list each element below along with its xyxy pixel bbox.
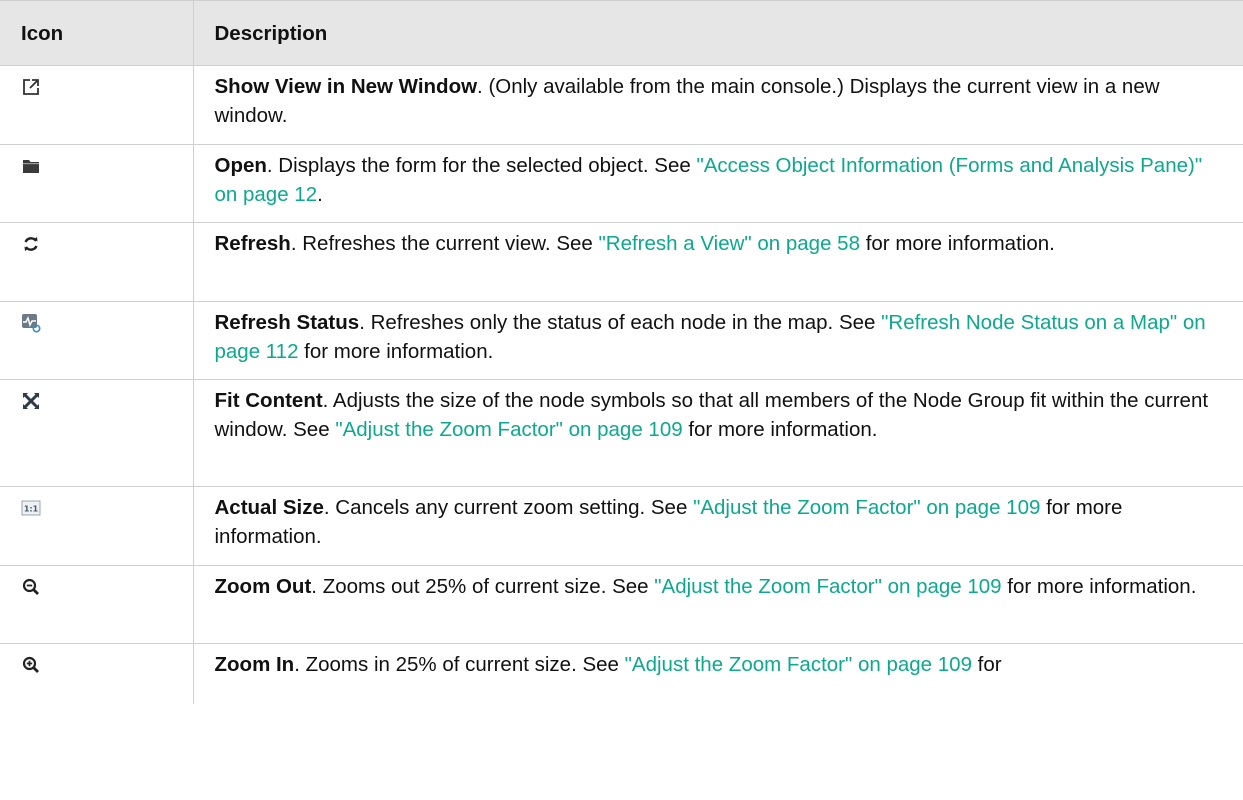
row-title: Zoom In bbox=[214, 653, 295, 676]
row-title: Open bbox=[214, 154, 267, 177]
zoom-in-icon bbox=[21, 655, 41, 675]
row-text: . Displays the form for the selected obj… bbox=[266, 154, 697, 177]
folder-icon bbox=[21, 156, 41, 176]
table-row: Open. Displays the form for the selected… bbox=[0, 144, 1243, 223]
row-description: Open. Displays the form for the selected… bbox=[193, 144, 1243, 223]
row-title: Refresh Status bbox=[214, 311, 360, 334]
row-title: Fit Content bbox=[214, 389, 323, 412]
actual-size-icon-label: 1:1 bbox=[24, 505, 39, 514]
row-text: . Zooms in 25% of current size. See bbox=[294, 653, 625, 676]
row-text: . Refreshes only the status of each node… bbox=[359, 311, 882, 334]
fit-content-icon bbox=[21, 391, 41, 411]
table-row: Show View in New Window. (Only available… bbox=[0, 65, 1243, 145]
row-title: Show View in New Window bbox=[214, 75, 478, 98]
row-text: . Refreshes the current view. See bbox=[290, 232, 599, 255]
row-text-suffix: for more information. bbox=[298, 340, 494, 363]
row-text-suffix: for more information. bbox=[1001, 575, 1197, 598]
icon-description-table: Icon Description Show View in New Window… bbox=[0, 0, 1243, 704]
row-title: Actual Size bbox=[214, 496, 324, 519]
cross-reference-link[interactable]: "Adjust the Zoom Factor" on page 109 bbox=[693, 496, 1040, 519]
row-title: Zoom Out bbox=[214, 575, 312, 598]
row-text: . Cancels any current zoom setting. See bbox=[323, 496, 694, 519]
row-text: . Zooms out 25% of current size. See bbox=[311, 575, 655, 598]
row-text-suffix: for more information. bbox=[682, 418, 878, 441]
new-window-icon bbox=[21, 77, 41, 97]
refresh-status-icon bbox=[21, 313, 41, 333]
row-description: Refresh Status. Refreshes only the statu… bbox=[193, 301, 1243, 380]
cross-reference-link[interactable]: "Adjust the Zoom Factor" on page 109 bbox=[335, 418, 682, 441]
table-row: Refresh. Refreshes the current view. See… bbox=[0, 222, 1243, 302]
cross-reference-link[interactable]: "Adjust the Zoom Factor" on page 109 bbox=[625, 653, 972, 676]
table-row: Zoom In. Zooms in 25% of current size. S… bbox=[0, 643, 1243, 704]
row-text-suffix: for more information. bbox=[860, 232, 1055, 255]
table-row: Refresh Status. Refreshes only the statu… bbox=[0, 301, 1243, 380]
header-icon: Icon bbox=[0, 0, 193, 66]
header-description: Description bbox=[192, 0, 1243, 66]
row-description: Zoom In. Zooms in 25% of current size. S… bbox=[193, 644, 1243, 704]
row-description: Fit Content. Adjusts the size of the nod… bbox=[193, 379, 1243, 487]
row-title: Refresh bbox=[214, 232, 291, 255]
table-row: 1:1 Actual Size. Cancels any current zoo… bbox=[0, 486, 1243, 566]
row-description: Actual Size. Cancels any current zoom se… bbox=[193, 486, 1243, 566]
row-text-suffix: for bbox=[971, 653, 1002, 676]
row-description: Show View in New Window. (Only available… bbox=[193, 65, 1243, 145]
actual-size-icon: 1:1 bbox=[21, 498, 41, 518]
row-description: Zoom Out. Zooms out 25% of current size.… bbox=[193, 565, 1243, 644]
refresh-icon bbox=[21, 234, 41, 254]
cross-reference-link[interactable]: "Adjust the Zoom Factor" on page 109 bbox=[654, 575, 1001, 598]
table-header-row: Icon Description bbox=[0, 0, 1243, 66]
zoom-out-icon bbox=[21, 577, 41, 597]
row-description: Refresh. Refreshes the current view. See… bbox=[193, 222, 1243, 302]
cross-reference-link[interactable]: "Refresh a View" on page 58 bbox=[599, 232, 861, 255]
row-text-suffix: . bbox=[317, 183, 323, 206]
table-row: Zoom Out. Zooms out 25% of current size.… bbox=[0, 565, 1243, 644]
table-row: Fit Content. Adjusts the size of the nod… bbox=[0, 379, 1243, 487]
